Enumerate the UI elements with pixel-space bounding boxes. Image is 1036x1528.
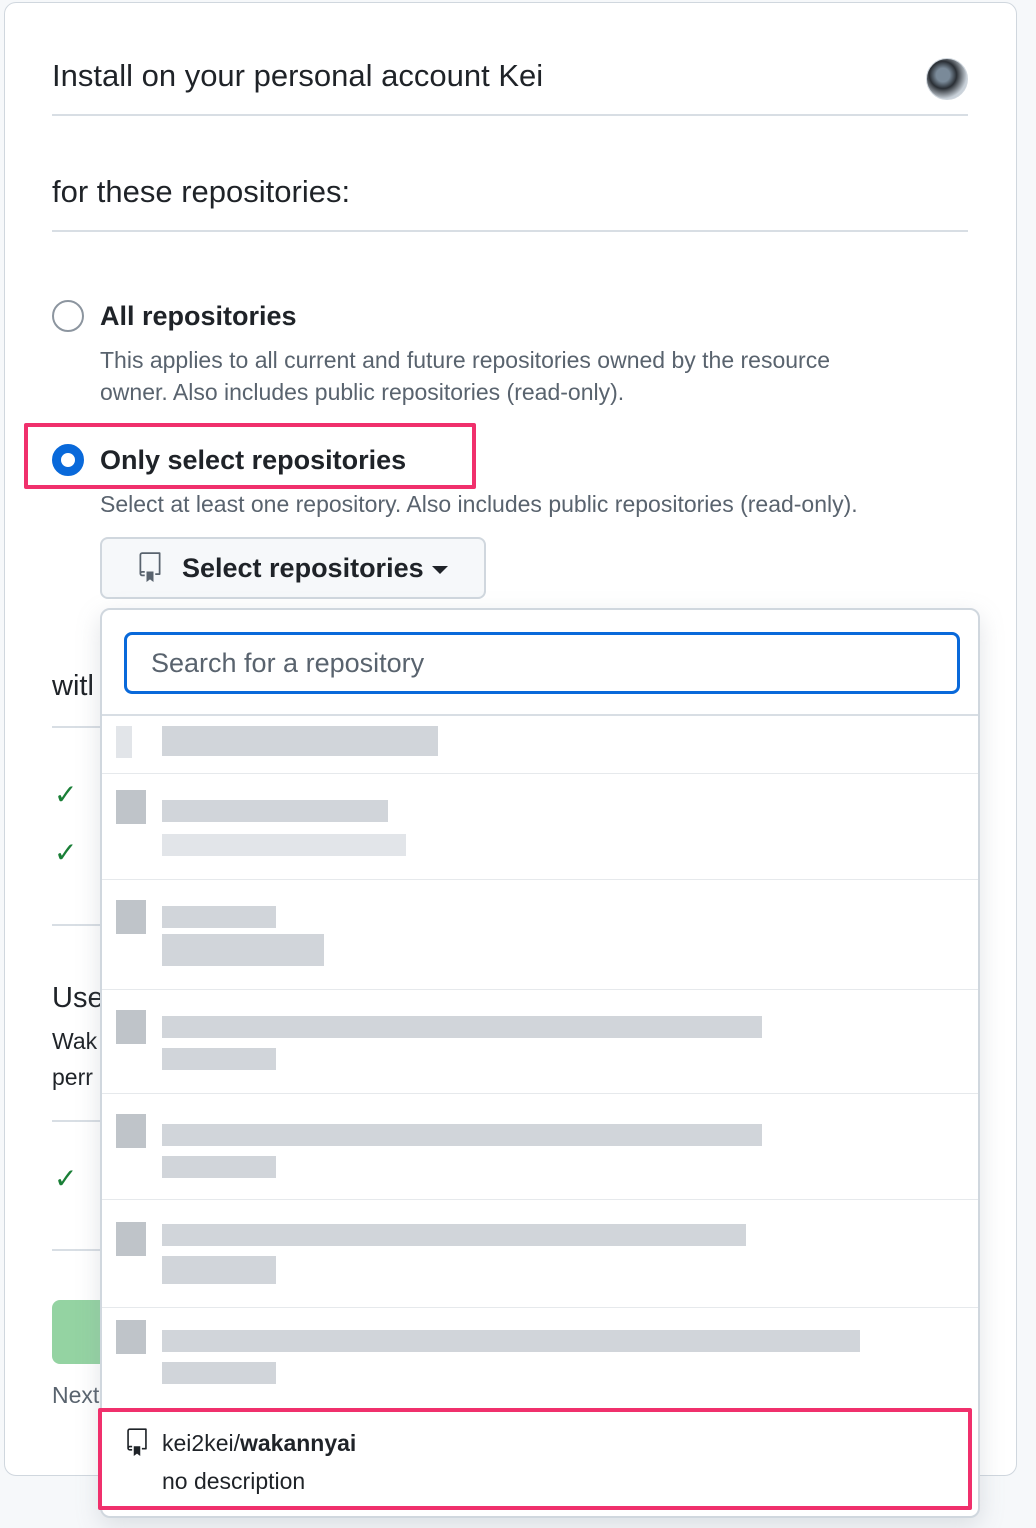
blurred-text	[162, 1256, 276, 1284]
avatar	[926, 58, 968, 100]
search-container	[102, 610, 978, 716]
install-title: Install on your personal account Kei	[52, 58, 544, 93]
blurred-icon	[116, 726, 132, 758]
repo-list-item-blurred[interactable]	[102, 718, 978, 774]
select-repositories-label: Select repositories	[182, 552, 424, 583]
blurred-text	[162, 1156, 276, 1178]
option-only-select-label[interactable]: Only select repositories	[100, 445, 406, 476]
check-icon: ✓	[54, 837, 78, 868]
blurred-text	[162, 934, 324, 966]
option-only-select-description: Select at least one repository. Also inc…	[100, 491, 858, 517]
option-all-description-line1: This applies to all current and future r…	[100, 347, 831, 373]
radio-only-select-repositories[interactable]	[52, 444, 84, 476]
check-icon: ✓	[54, 1163, 78, 1194]
blurred-text	[162, 1362, 276, 1384]
repositories-section-title: for these repositories:	[52, 174, 351, 209]
repositories-section-header: for these repositories:	[52, 170, 968, 232]
user-heading-partial: Use	[52, 982, 104, 1014]
repo-list-item-blurred[interactable]	[102, 1308, 978, 1408]
user-description-line1-partial: Wak	[52, 1028, 98, 1054]
install-header: Install on your personal account Kei	[52, 50, 968, 116]
blurred-icon	[116, 1320, 146, 1354]
check-icon: ✓	[54, 779, 78, 810]
repo-list-item-blurred[interactable]	[102, 990, 978, 1094]
selected-repo-highlight	[98, 1408, 972, 1510]
blurred-text	[162, 1016, 762, 1038]
search-input[interactable]	[124, 632, 960, 694]
repository-dropdown	[100, 608, 980, 1518]
blurred-text	[162, 834, 406, 856]
blurred-text	[162, 800, 388, 822]
repo-icon	[139, 552, 161, 582]
blurred-icon	[116, 1114, 146, 1148]
option-all-label[interactable]: All repositories	[100, 301, 297, 332]
next-text-partial: Next	[52, 1382, 100, 1408]
blurred-text	[162, 1224, 746, 1246]
blurred-text	[162, 726, 438, 756]
repo-list-item-blurred[interactable]	[102, 774, 978, 880]
radio-all-repositories[interactable]	[52, 300, 84, 332]
user-description-line2-partial: perr	[52, 1064, 93, 1090]
option-all-description-line2: owner. Also includes public repositories…	[100, 379, 625, 405]
blurred-text	[162, 1330, 860, 1352]
with-heading-partial: witl	[52, 670, 94, 702]
repo-list-item-blurred[interactable]	[102, 880, 978, 990]
repo-list-item-blurred[interactable]	[102, 1094, 978, 1200]
blurred-text	[162, 1124, 762, 1146]
select-repositories-button[interactable]: Select repositories	[100, 537, 486, 599]
blurred-text	[162, 1048, 276, 1070]
blurred-icon	[116, 900, 146, 934]
caret-down-icon	[431, 566, 448, 574]
blurred-text	[162, 906, 276, 928]
blurred-icon	[116, 790, 146, 824]
blurred-icon	[116, 1010, 146, 1044]
repo-list-item-blurred[interactable]	[102, 1200, 978, 1308]
blurred-icon	[116, 1222, 146, 1256]
